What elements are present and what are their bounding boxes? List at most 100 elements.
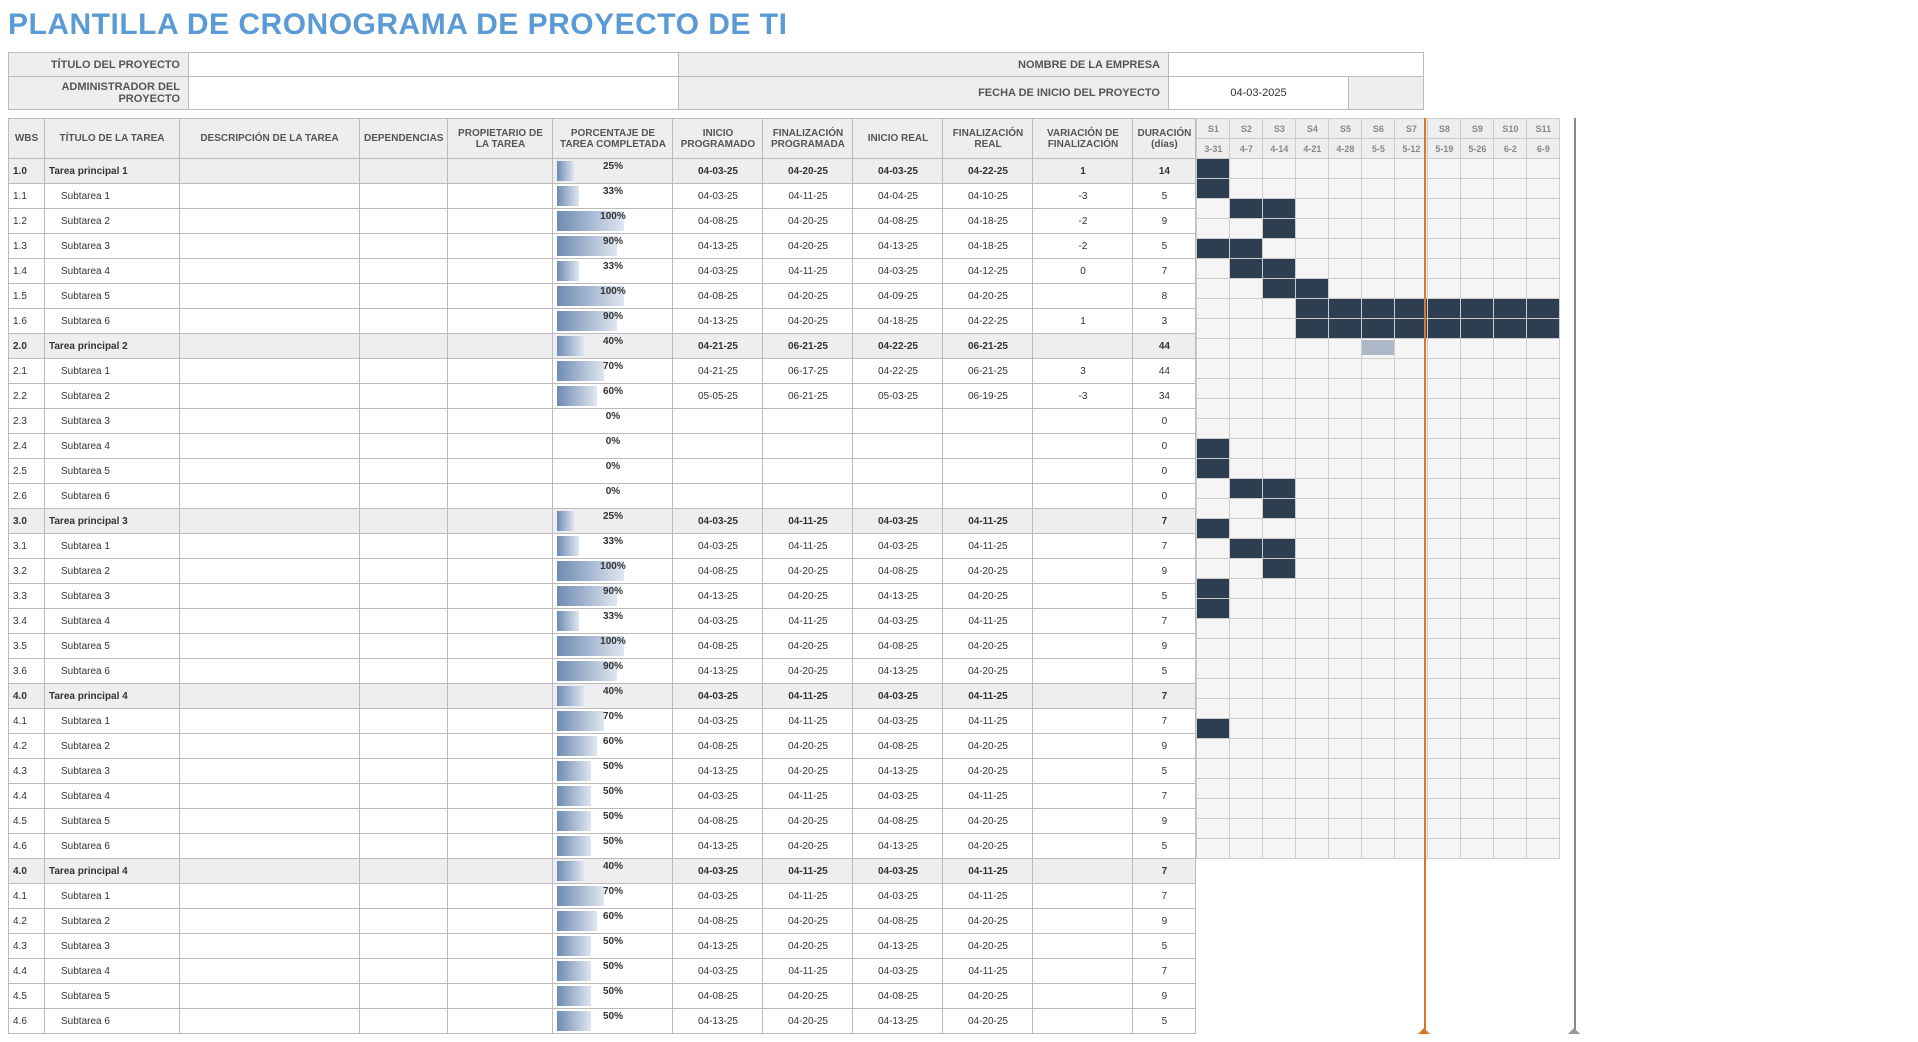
cell-desc[interactable] bbox=[180, 459, 360, 484]
cell-task-title[interactable]: Subtarea 2 bbox=[45, 209, 180, 234]
cell-desc[interactable] bbox=[180, 159, 360, 184]
cell-real-end[interactable]: 04-22-25 bbox=[943, 309, 1033, 334]
cell-dur[interactable]: 5 bbox=[1133, 934, 1196, 959]
table-row[interactable]: 3.6Subtarea 690%04-13-2504-20-2504-13-25… bbox=[9, 659, 1196, 684]
cell-desc[interactable] bbox=[180, 434, 360, 459]
cell-sched-end[interactable]: 04-20-25 bbox=[763, 659, 853, 684]
cell-sched-start[interactable]: 04-13-25 bbox=[673, 584, 763, 609]
cell-desc[interactable] bbox=[180, 384, 360, 409]
cell-task-title[interactable]: Subtarea 3 bbox=[45, 759, 180, 784]
cell-dur[interactable]: 44 bbox=[1133, 334, 1196, 359]
cell-dep[interactable] bbox=[360, 334, 448, 359]
col-pct[interactable]: PORCENTAJE DE TAREA COMPLETADA bbox=[553, 119, 673, 159]
cell-real-end[interactable]: 04-10-25 bbox=[943, 184, 1033, 209]
cell-dur[interactable]: 5 bbox=[1133, 584, 1196, 609]
table-row[interactable]: 2.0Tarea principal 240%04-21-2506-21-250… bbox=[9, 334, 1196, 359]
cell-task-title[interactable]: Subtarea 2 bbox=[45, 384, 180, 409]
cell-owner[interactable] bbox=[448, 409, 553, 434]
cell-pct[interactable]: 90% bbox=[553, 659, 673, 684]
cell-real-end[interactable]: 04-11-25 bbox=[943, 609, 1033, 634]
cell-pct[interactable]: 0% bbox=[553, 409, 673, 434]
cell-sched-start[interactable] bbox=[673, 409, 763, 434]
cell-var[interactable] bbox=[1033, 284, 1133, 309]
cell-owner[interactable] bbox=[448, 484, 553, 509]
cell-sched-end[interactable]: 06-21-25 bbox=[763, 384, 853, 409]
cell-dur[interactable]: 9 bbox=[1133, 909, 1196, 934]
cell-var[interactable] bbox=[1033, 934, 1133, 959]
cell-var[interactable] bbox=[1033, 634, 1133, 659]
cell-owner[interactable] bbox=[448, 284, 553, 309]
cell-var[interactable] bbox=[1033, 609, 1133, 634]
cell-real-start[interactable]: 04-13-25 bbox=[853, 659, 943, 684]
cell-dep[interactable] bbox=[360, 259, 448, 284]
cell-task-title[interactable]: Subtarea 4 bbox=[45, 784, 180, 809]
cell-pct[interactable]: 50% bbox=[553, 784, 673, 809]
cell-task-title[interactable]: Subtarea 1 bbox=[45, 534, 180, 559]
cell-real-start[interactable]: 04-03-25 bbox=[853, 534, 943, 559]
cell-dur[interactable]: 7 bbox=[1133, 709, 1196, 734]
cell-task-title[interactable]: Subtarea 5 bbox=[45, 459, 180, 484]
cell-dep[interactable] bbox=[360, 509, 448, 534]
cell-owner[interactable] bbox=[448, 609, 553, 634]
cell-sched-start[interactable]: 04-08-25 bbox=[673, 559, 763, 584]
cell-sched-start[interactable]: 04-03-25 bbox=[673, 609, 763, 634]
cell-dep[interactable] bbox=[360, 1009, 448, 1034]
col-sched-start[interactable]: INICIO PROGRAMADO bbox=[673, 119, 763, 159]
table-row[interactable]: 4.1Subtarea 170%04-03-2504-11-2504-03-25… bbox=[9, 884, 1196, 909]
cell-task-title[interactable]: Subtarea 3 bbox=[45, 934, 180, 959]
cell-real-start[interactable]: 04-03-25 bbox=[853, 159, 943, 184]
cell-wbs[interactable]: 1.1 bbox=[9, 184, 45, 209]
cell-real-start[interactable]: 04-08-25 bbox=[853, 984, 943, 1009]
cell-wbs[interactable]: 2.6 bbox=[9, 484, 45, 509]
cell-var[interactable]: 0 bbox=[1033, 259, 1133, 284]
cell-real-start[interactable]: 04-13-25 bbox=[853, 1009, 943, 1034]
cell-wbs[interactable]: 1.3 bbox=[9, 234, 45, 259]
cell-task-title[interactable]: Subtarea 3 bbox=[45, 584, 180, 609]
cell-sched-end[interactable]: 04-11-25 bbox=[763, 859, 853, 884]
cell-dep[interactable] bbox=[360, 459, 448, 484]
cell-dep[interactable] bbox=[360, 209, 448, 234]
cell-dep[interactable] bbox=[360, 584, 448, 609]
cell-pct[interactable]: 70% bbox=[553, 709, 673, 734]
cell-var[interactable] bbox=[1033, 509, 1133, 534]
cell-real-start[interactable]: 04-03-25 bbox=[853, 859, 943, 884]
cell-sched-end[interactable]: 04-20-25 bbox=[763, 209, 853, 234]
cell-owner[interactable] bbox=[448, 159, 553, 184]
cell-var[interactable]: 1 bbox=[1033, 309, 1133, 334]
cell-pct[interactable]: 100% bbox=[553, 209, 673, 234]
table-row[interactable]: 4.6Subtarea 650%04-13-2504-20-2504-13-25… bbox=[9, 1009, 1196, 1034]
cell-real-start[interactable]: 04-03-25 bbox=[853, 609, 943, 634]
cell-wbs[interactable]: 2.0 bbox=[9, 334, 45, 359]
cell-sched-end[interactable]: 06-17-25 bbox=[763, 359, 853, 384]
cell-real-start[interactable]: 05-03-25 bbox=[853, 384, 943, 409]
cell-real-end[interactable] bbox=[943, 434, 1033, 459]
cell-sched-start[interactable]: 04-08-25 bbox=[673, 634, 763, 659]
cell-desc[interactable] bbox=[180, 559, 360, 584]
cell-var[interactable] bbox=[1033, 659, 1133, 684]
cell-dur[interactable]: 9 bbox=[1133, 209, 1196, 234]
cell-pct[interactable]: 100% bbox=[553, 284, 673, 309]
cell-sched-end[interactable]: 04-20-25 bbox=[763, 984, 853, 1009]
cell-var[interactable]: 1 bbox=[1033, 159, 1133, 184]
cell-dep[interactable] bbox=[360, 784, 448, 809]
cell-var[interactable] bbox=[1033, 759, 1133, 784]
cell-real-end[interactable]: 04-11-25 bbox=[943, 859, 1033, 884]
cell-dep[interactable] bbox=[360, 609, 448, 634]
cell-real-start[interactable]: 04-13-25 bbox=[853, 834, 943, 859]
cell-owner[interactable] bbox=[448, 809, 553, 834]
cell-dur[interactable]: 44 bbox=[1133, 359, 1196, 384]
cell-sched-start[interactable]: 04-03-25 bbox=[673, 259, 763, 284]
cell-owner[interactable] bbox=[448, 259, 553, 284]
cell-var[interactable] bbox=[1033, 734, 1133, 759]
cell-dep[interactable] bbox=[360, 709, 448, 734]
cell-wbs[interactable]: 4.4 bbox=[9, 784, 45, 809]
table-row[interactable]: 4.2Subtarea 260%04-08-2504-20-2504-08-25… bbox=[9, 734, 1196, 759]
cell-pct[interactable]: 33% bbox=[553, 534, 673, 559]
cell-sched-start[interactable]: 04-13-25 bbox=[673, 934, 763, 959]
cell-task-title[interactable]: Tarea principal 4 bbox=[45, 684, 180, 709]
cell-wbs[interactable]: 3.4 bbox=[9, 609, 45, 634]
cell-desc[interactable] bbox=[180, 959, 360, 984]
cell-real-end[interactable]: 04-20-25 bbox=[943, 559, 1033, 584]
cell-task-title[interactable]: Subtarea 4 bbox=[45, 959, 180, 984]
cell-sched-end[interactable]: 04-20-25 bbox=[763, 309, 853, 334]
